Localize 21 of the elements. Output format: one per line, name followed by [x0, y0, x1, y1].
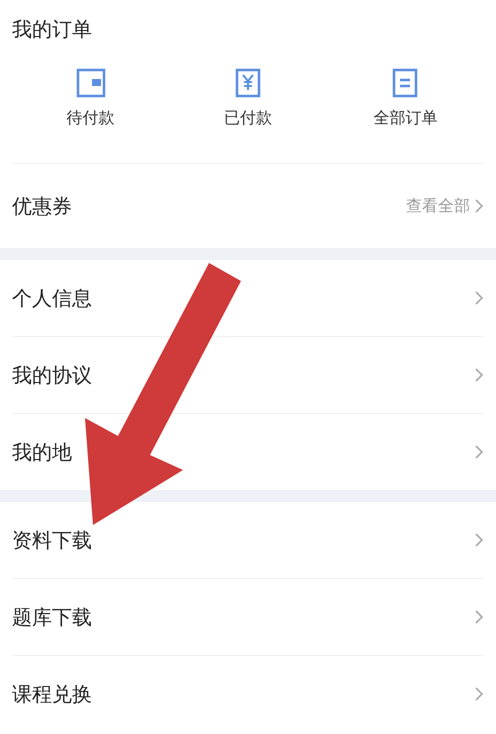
document-icon — [392, 68, 418, 98]
menu-item-label[interactable]: 我的协议 — [12, 362, 92, 388]
chevron-right-icon — [474, 198, 484, 214]
chevron-right-icon — [474, 290, 484, 306]
menu-item-label[interactable]: 个人信息 — [12, 284, 92, 312]
section-title: 我的订单 — [12, 16, 93, 43]
chevron-right-icon — [474, 532, 484, 548]
menu-item-label[interactable]: 资料下载 — [12, 526, 92, 554]
menu-item-label[interactable]: 我的地 — [12, 438, 72, 466]
yen-document-icon — [234, 68, 261, 98]
order-status-button[interactable]: 全部订单 — [326, 68, 484, 129]
chevron-right-icon — [474, 444, 484, 460]
menu-item-label[interactable]: 课程兑换 — [12, 680, 92, 708]
coupon-label: 优惠券 — [12, 192, 72, 220]
wallet-icon — [76, 68, 106, 98]
chevron-right-icon — [474, 686, 484, 702]
menu-item-label[interactable]: 题库下载 — [12, 604, 92, 630]
order-status-button[interactable]: 已付款 — [169, 68, 327, 129]
chevron-right-icon — [474, 609, 484, 625]
chevron-right-icon — [474, 367, 484, 383]
order-status-button[interactable]: 待付款 — [12, 68, 170, 129]
